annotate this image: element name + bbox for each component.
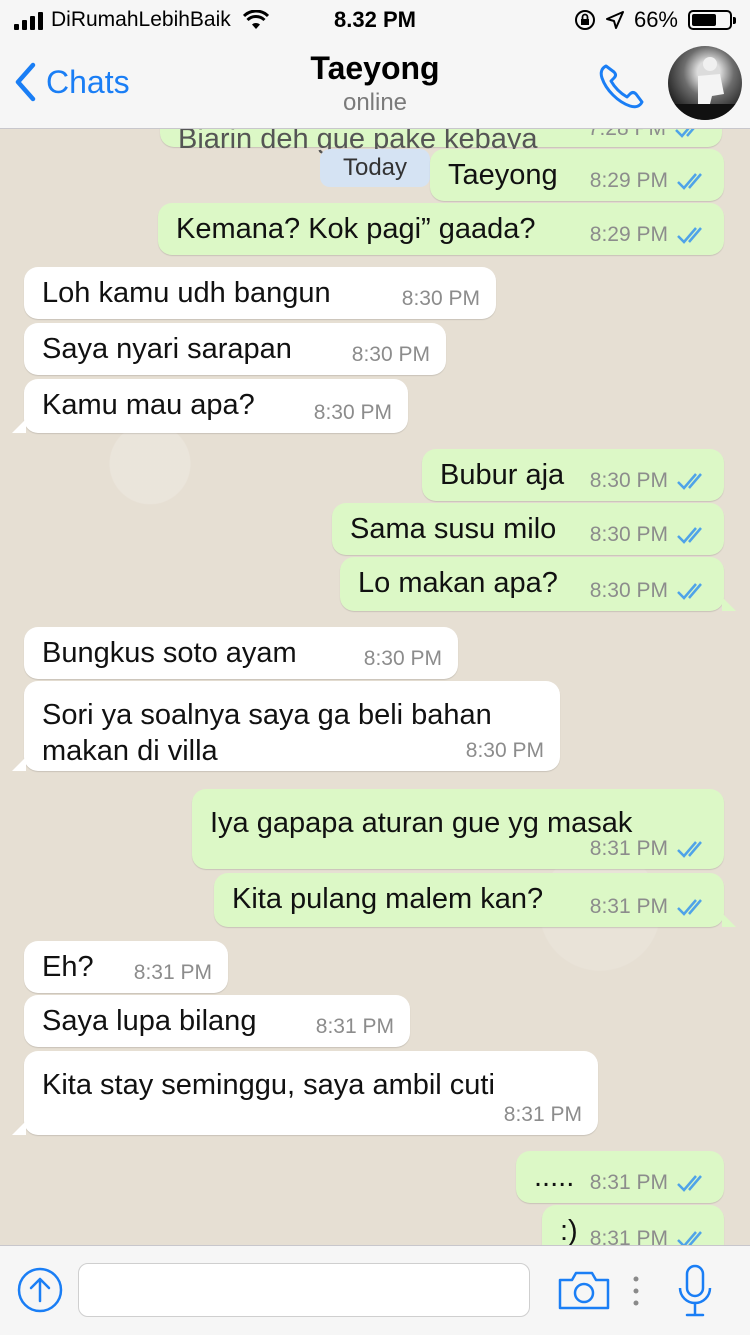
camera-icon[interactable] — [556, 1268, 612, 1312]
read-ticks-icon — [677, 473, 702, 490]
message-meta: 8:31 PM — [316, 1015, 394, 1039]
incoming-message-bubble[interactable]: Kamu mau apa? 8:30 PM — [12, 379, 408, 433]
read-ticks-icon — [677, 227, 702, 244]
message-time: 8:30 PM — [589, 523, 668, 546]
message-meta: 8:30 PM — [364, 647, 442, 671]
avatar-silhouette — [668, 57, 742, 120]
outgoing-message-bubble[interactable]: Iya gapapa aturan gue yg masak 8:31 PM — [192, 789, 724, 869]
signal-icon — [14, 10, 43, 30]
read-ticks-icon — [677, 899, 702, 916]
incoming-message-bubble[interactable]: Kita stay seminggu, saya ambil cuti 8:31 … — [12, 1051, 598, 1135]
message-bubble-clipped[interactable]: Biarin deh gue pake kebaya 7:28 PM — [160, 129, 722, 155]
rotation-lock-icon — [574, 10, 595, 30]
message-meta: 8:30 PM — [402, 287, 480, 311]
message-input[interactable] — [78, 1263, 530, 1317]
read-ticks-icon — [677, 1231, 702, 1245]
chat-area[interactable]: Biarin deh gue pake kebaya 7:28 PM Today… — [0, 129, 750, 1245]
read-ticks-icon — [677, 583, 702, 600]
outgoing-message-bubble[interactable]: Taeyong 8:29 PM — [430, 149, 724, 201]
message-meta: 8:31 PM — [590, 1227, 708, 1245]
arrow-up-circle-icon[interactable] — [16, 1266, 64, 1314]
message-text: Iya gapapa aturan gue yg masak — [210, 807, 633, 839]
battery-icon — [688, 10, 736, 30]
incoming-message-bubble[interactable]: Bungkus soto ayam 8:30 PM — [24, 627, 458, 679]
message-meta: 8:31 PM — [590, 837, 708, 861]
wifi-icon — [242, 10, 269, 29]
incoming-message-bubble[interactable]: Eh? 8:31 PM — [24, 941, 228, 993]
message-meta: 8:30 PM — [352, 343, 430, 367]
message-time: 8:31 PM — [315, 1015, 394, 1038]
phone-icon[interactable] — [596, 60, 648, 112]
message-time: 8:31 PM — [503, 1103, 582, 1126]
message-time: 8:30 PM — [589, 579, 668, 602]
outgoing-message-bubble[interactable]: Kemana? Kok pagi” gaada? 8:29 PM — [158, 203, 724, 255]
message-meta: 8:31 PM — [504, 1103, 582, 1127]
read-ticks-icon — [677, 527, 702, 544]
microphone-icon[interactable] — [676, 1264, 714, 1318]
carrier-name: DiRumahLebihBaik — [51, 8, 231, 31]
date-badge: Today — [320, 149, 430, 187]
message-meta: 8:29 PM — [590, 169, 708, 193]
message-meta: 8:30 PM — [466, 739, 544, 763]
message-text: Kita stay seminggu, saya ambil cuti — [42, 1069, 495, 1101]
message-meta: 8:29 PM — [590, 223, 708, 247]
message-time: 8:31 PM — [589, 895, 668, 918]
message-time: 8:31 PM — [589, 1171, 668, 1194]
outgoing-message-bubble[interactable]: Sama susu milo 8:30 PM — [332, 503, 724, 555]
outgoing-message-bubble[interactable]: :) 8:31 PM — [542, 1205, 724, 1245]
outgoing-message-bubble[interactable]: Lo makan apa? 8:30 PM — [340, 557, 736, 611]
message-meta: 8:31 PM — [590, 1171, 708, 1195]
message-time: 8:29 PM — [589, 223, 668, 246]
read-ticks-icon — [677, 173, 702, 190]
avatar[interactable] — [668, 46, 742, 120]
incoming-message-bubble[interactable]: Sori ya soalnya saya ga beli bahan makan… — [12, 681, 560, 771]
read-ticks-icon — [677, 841, 702, 858]
incoming-message-bubble[interactable]: Loh kamu udh bangun 8:30 PM — [24, 267, 496, 319]
nav-bar: Chats Taeyong online — [0, 40, 750, 129]
message-meta: 8:30 PM — [590, 523, 708, 547]
message-meta: 8:31 PM — [134, 961, 212, 985]
message-time: 8:29 PM — [589, 169, 668, 192]
message-meta: 8:30 PM — [590, 469, 708, 493]
outgoing-message-bubble[interactable]: Kita pulang malem kan? 8:31 PM — [214, 873, 736, 927]
message-time: 8:30 PM — [401, 287, 480, 310]
battery-percentage: 66% — [633, 7, 678, 32]
message-time: 8:30 PM — [363, 647, 442, 670]
message-meta: 8:30 PM — [314, 401, 392, 425]
message-time: 8:30 PM — [351, 343, 430, 366]
outgoing-message-bubble[interactable]: Bubur aja 8:30 PM — [422, 449, 724, 501]
read-ticks-icon — [675, 129, 695, 138]
incoming-message-bubble[interactable]: Saya nyari sarapan 8:30 PM — [24, 323, 446, 375]
message-meta: 8:31 PM — [590, 895, 708, 919]
input-bar — [0, 1245, 750, 1335]
read-ticks-icon — [677, 1175, 702, 1192]
message-time: 8:30 PM — [313, 401, 392, 424]
status-bar: DiRumahLebihBaik 8.32 PM 66% — [0, 0, 750, 40]
message-time: 8:30 PM — [589, 469, 668, 492]
message-time: 8:30 PM — [465, 739, 544, 762]
message-time: 8:31 PM — [589, 837, 668, 860]
message-time: 8:31 PM — [589, 1227, 668, 1245]
message-meta: 8:30 PM — [590, 579, 708, 603]
more-dots-icon[interactable] — [632, 1274, 640, 1308]
incoming-message-bubble[interactable]: Saya lupa bilang 8:31 PM — [24, 995, 410, 1047]
message-time: 7:28 PM — [588, 129, 666, 141]
outgoing-message-bubble[interactable]: ..... 8:31 PM — [516, 1151, 724, 1203]
location-icon — [605, 11, 624, 29]
message-time: 8:31 PM — [133, 961, 212, 984]
